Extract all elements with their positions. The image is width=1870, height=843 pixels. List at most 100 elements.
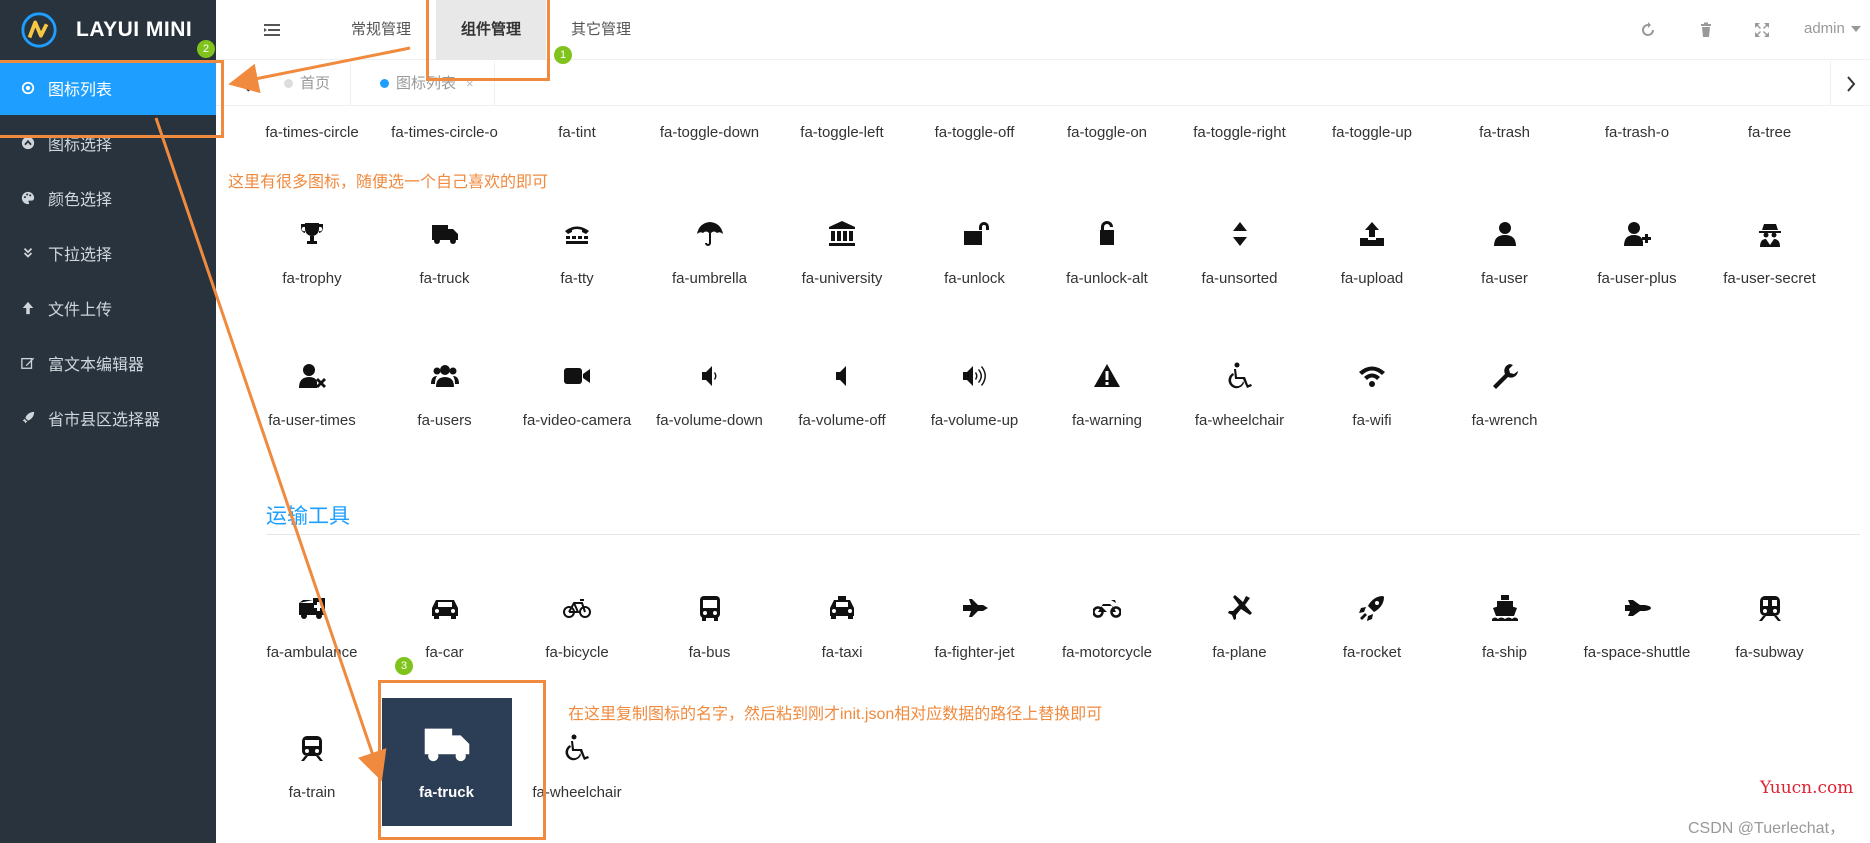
icon-cell[interactable]: fa-subway [1705,576,1835,686]
icon-cell[interactable]: fa-wifi [1307,344,1437,454]
icon-cell[interactable]: fa-plane [1175,576,1305,686]
icon-cell[interactable]: fa-unlock [910,202,1040,312]
icon-cell[interactable]: fa-user [1440,202,1570,312]
icon-name[interactable]: fa-toggle-left [777,124,907,141]
ship-icon [1490,594,1520,624]
wheelchair-icon [1225,362,1255,392]
close-icon[interactable]: × [466,76,474,91]
icon-name: fa-subway [1735,644,1804,661]
icon-name[interactable]: fa-toggle-on [1042,124,1172,141]
icon-name: fa-unlock-alt [1066,270,1148,287]
icon-name: fa-tty [560,270,594,287]
icon-name[interactable]: fa-times-circle [247,124,377,141]
sidebar-item-rich-text-editor[interactable]: 富文本编辑器 [0,335,216,390]
icon-cell[interactable]: fa-bus [645,576,775,686]
icon-cell[interactable]: fa-bicycle [512,576,642,686]
icon-cell[interactable]: fa-university [777,202,907,312]
icon-name[interactable]: fa-trash [1440,124,1570,141]
icon-name[interactable]: fa-tint [512,124,642,141]
sidebar-item-color-select[interactable]: 颜色选择 [0,170,216,225]
icon-cell[interactable]: fa-unsorted [1175,202,1305,312]
icon-cell[interactable]: fa-volume-down [645,344,775,454]
sidebar-item-icon-select[interactable]: 图标选择 [0,115,216,170]
icon-cell[interactable]: fa-fighter-jet [910,576,1040,686]
icon-name[interactable]: fa-toggle-right [1175,124,1305,141]
icon-cell[interactable]: fa-user-secret [1705,202,1835,312]
icon-name[interactable]: fa-times-circle-o [380,124,510,141]
icon-cell[interactable]: fa-ambulance [247,576,377,686]
icon-name: fa-trophy [282,270,342,287]
tab-components[interactable]: 组件管理 [436,0,546,60]
icon-name: fa-unlock [944,270,1005,287]
icon-name: fa-rocket [1342,644,1402,661]
taxi-icon [827,594,857,624]
refresh-icon[interactable] [1640,22,1656,38]
icon-name: fa-truck [419,270,470,287]
icon-cell[interactable]: fa-space-shuttle [1572,576,1702,686]
tab-general[interactable]: 常规管理 [326,0,436,60]
icon-cell[interactable]: fa-warning [1042,344,1172,454]
icon-cell[interactable]: fa-ship [1440,576,1570,686]
icon-name: fa-wheelchair [532,784,622,801]
motorcycle-icon [1092,594,1122,624]
icon-name: fa-volume-down [656,412,763,429]
user-secret-icon [1755,220,1785,250]
section-divider [266,534,1860,535]
page-tab-home[interactable]: 首页 [266,61,352,106]
icon-list-content: fa-times-circle fa-times-circle-o fa-tint f… [232,106,1870,843]
icon-cell[interactable]: fa-taxi [777,576,907,686]
sidebar-item-region-selector[interactable]: 省市县区选择器 [0,390,216,445]
icon-name[interactable]: fa-toggle-up [1307,124,1437,141]
target-icon [20,80,36,96]
icon-name[interactable]: fa-toggle-down [645,124,775,141]
icon-name: fa-bicycle [545,644,609,661]
subway-icon [1755,594,1785,624]
icon-cell[interactable]: fa-unlock-alt [1042,202,1172,312]
icon-cell[interactable]: fa-wheelchair [512,716,642,826]
menu-toggle-icon[interactable] [264,23,280,37]
trash-icon[interactable] [1698,22,1714,38]
icon-cell[interactable]: fa-wrench [1440,344,1570,454]
icon-cell[interactable]: fa-umbrella [645,202,775,312]
wifi-icon [1357,362,1387,392]
icon-cell[interactable]: fa-rocket [1307,576,1437,686]
sidebar-item-icon-list[interactable]: 图标列表 [0,60,216,115]
icon-name[interactable]: fa-toggle-off [910,124,1040,141]
page-tab-icon-list[interactable]: 图标列表 × [362,61,495,106]
icon-cell[interactable]: fa-volume-off [777,344,907,454]
icon-cell[interactable]: fa-truck [380,202,510,312]
icon-cell[interactable]: fa-users [380,344,510,454]
icon-cell[interactable]: fa-train [247,716,377,826]
icon-cell[interactable]: fa-upload [1307,202,1437,312]
icon-cell[interactable]: fa-volume-up [910,344,1040,454]
logo[interactable]: LAYUI MINI [0,0,216,60]
tab-scroll-right-button[interactable] [1830,61,1870,106]
bus-icon [695,594,725,624]
annotation-note-2: 在这里复制图标的名字，然后粘到刚才init.json相对应数据的路径上替换即可 [568,706,1103,723]
icon-cell[interactable]: fa-user-plus [1572,202,1702,312]
icon-name: fa-volume-off [798,412,886,429]
icon-name[interactable]: fa-tree [1705,124,1835,141]
icon-cell[interactable]: fa-wheelchair [1175,344,1305,454]
icon-cell[interactable]: fa-motorcycle [1042,576,1172,686]
fullscreen-icon[interactable] [1754,22,1770,38]
user-menu[interactable]: admin [1804,20,1861,37]
icon-name: fa-user [1481,270,1528,287]
watermark-site: Yuucn.com [1760,778,1854,798]
icon-cell[interactable]: fa-user-times [247,344,377,454]
icon-name: fa-ambulance [266,644,358,661]
icon-cell[interactable]: fa-truck [381,698,512,826]
icon-name: fa-unsorted [1201,270,1278,287]
fighter-jet-icon [960,594,990,624]
icon-name: fa-users [417,412,472,429]
icon-name[interactable]: fa-trash-o [1572,124,1702,141]
icon-cell[interactable]: fa-trophy [247,202,377,312]
icon-cell[interactable]: fa-tty [512,202,642,312]
icon-cell[interactable]: fa-video-camera [512,344,642,454]
sidebar-item-dropdown-select[interactable]: 下拉选择 [0,225,216,280]
tab-scroll-left-button[interactable] [226,61,266,106]
icon-name: fa-fighter-jet [934,644,1015,661]
upload-icon [1357,220,1387,250]
space-shuttle-icon [1622,594,1652,624]
sidebar-item-file-upload[interactable]: 文件上传 [0,280,216,335]
